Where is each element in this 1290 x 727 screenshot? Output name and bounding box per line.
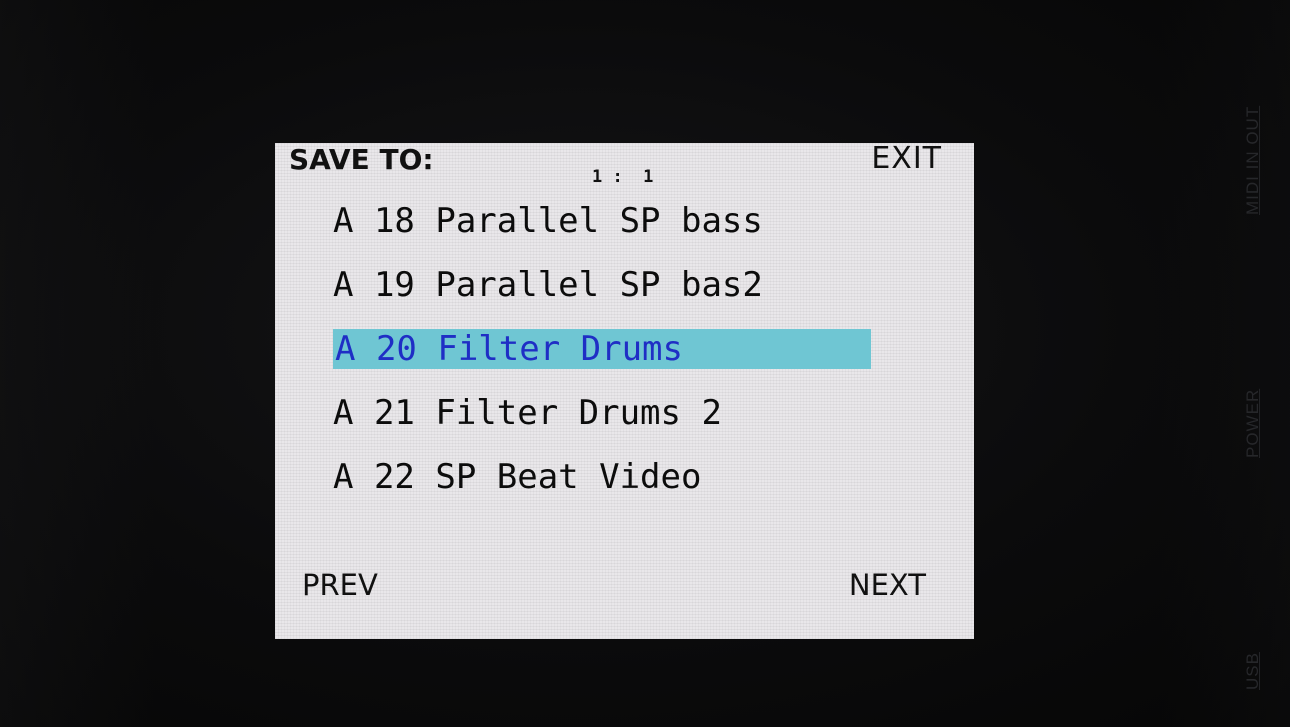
preset-row-selected[interactable]: A 20 Filter Drums bbox=[333, 329, 871, 369]
power-port-label: POWER bbox=[1243, 388, 1262, 458]
preset-row[interactable]: A 19 Parallel SP bas2 bbox=[333, 265, 763, 305]
prev-button[interactable]: PREV bbox=[302, 568, 378, 602]
preset-row[interactable]: A 21 Filter Drums 2 bbox=[333, 393, 722, 433]
usb-port-label: USB bbox=[1243, 652, 1262, 690]
preset-row[interactable]: A 22 SP Beat Video bbox=[333, 457, 701, 497]
device-body: MIDI IN OUT POWER USB SAVE TO: 1 : 1 EXI… bbox=[0, 0, 1290, 727]
next-button[interactable]: NEXT bbox=[849, 568, 926, 602]
save-to-title: SAVE TO: bbox=[289, 143, 434, 176]
preset-row[interactable]: A 18 Parallel SP bass bbox=[333, 201, 763, 241]
exit-button[interactable]: EXIT bbox=[871, 143, 942, 176]
position-indicator: 1 : 1 bbox=[592, 167, 654, 187]
midi-port-label: MIDI IN OUT bbox=[1243, 105, 1262, 215]
lcd-screen: SAVE TO: 1 : 1 EXIT A 18 Parallel SP bas… bbox=[275, 143, 974, 639]
